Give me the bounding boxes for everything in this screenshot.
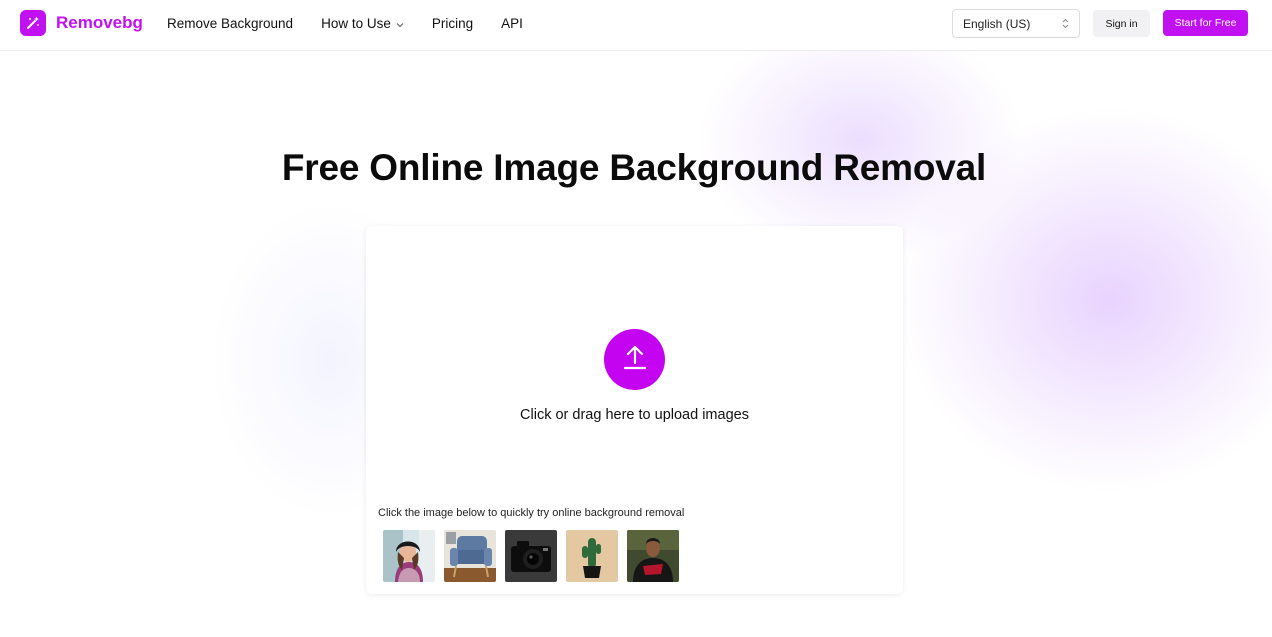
chevron-down-icon xyxy=(396,16,404,31)
background-glow xyxy=(700,20,1020,260)
nav-how-to-use-label: How to Use xyxy=(321,16,391,31)
main-nav: Remove Background How to Use Pricing API xyxy=(167,16,551,31)
nav-pricing[interactable]: Pricing xyxy=(432,16,473,31)
page-title: Free Online Image Background Removal xyxy=(281,147,987,188)
magic-wand-icon xyxy=(20,10,46,36)
man-hoodie-sample[interactable] xyxy=(627,530,679,582)
camera-sample[interactable] xyxy=(505,530,557,582)
upload-button[interactable] xyxy=(604,329,665,390)
sample-images xyxy=(383,530,688,582)
brand-logo[interactable]: Removebg xyxy=(20,10,143,36)
nav-how-to-use[interactable]: How to Use xyxy=(321,16,404,31)
upload-arrow-icon xyxy=(622,343,648,376)
top-navbar: Removebg Remove Background How to Use Pr… xyxy=(0,0,1272,51)
woman-portrait-sample[interactable] xyxy=(383,530,435,582)
armchair-sample[interactable] xyxy=(444,530,496,582)
brand-name: Removebg xyxy=(56,13,143,32)
sample-hint: Click the image below to quickly try onl… xyxy=(378,507,685,519)
upload-instruction: Click or drag here to upload images xyxy=(520,407,749,423)
nav-api[interactable]: API xyxy=(501,16,523,31)
upload-dropzone[interactable]: Click or drag here to upload images Clic… xyxy=(366,226,903,594)
language-select[interactable]: English (US) xyxy=(952,9,1080,38)
select-arrows-icon xyxy=(1062,18,1069,32)
sign-in-button[interactable]: Sign in xyxy=(1093,10,1150,37)
start-for-free-button[interactable]: Start for Free xyxy=(1163,10,1248,36)
nav-remove-background[interactable]: Remove Background xyxy=(167,16,293,31)
cactus-sample[interactable] xyxy=(566,530,618,582)
language-select-value: English (US) xyxy=(963,16,1031,31)
